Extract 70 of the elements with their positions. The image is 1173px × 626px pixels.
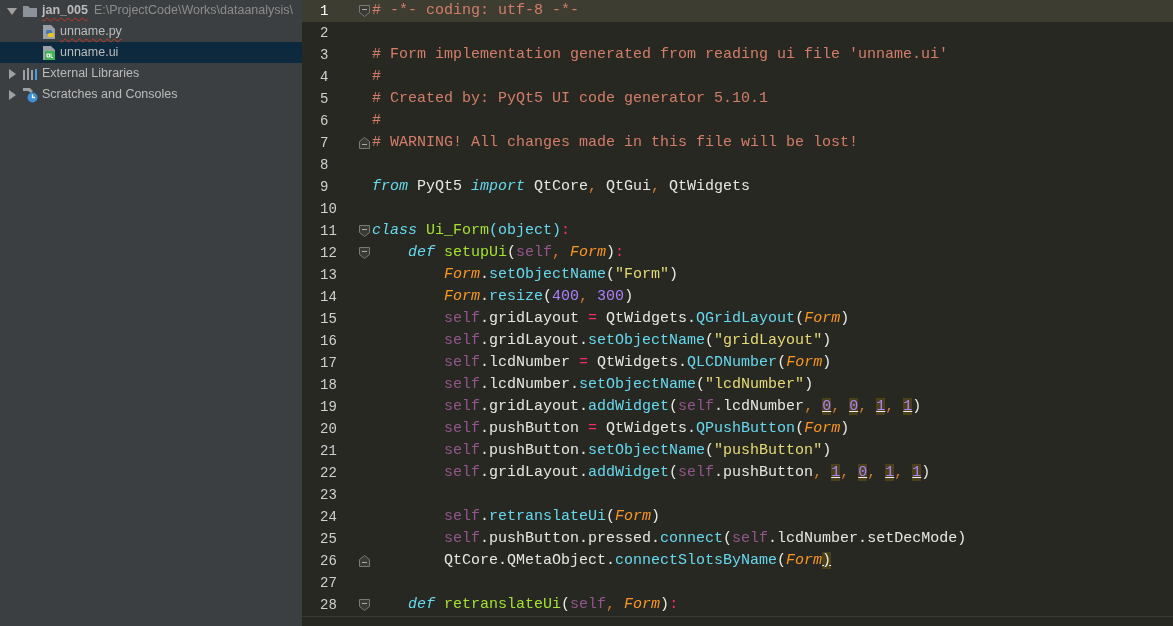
tree-item[interactable]: External Libraries <box>0 63 302 84</box>
code-line: QtCore.QMetaObject.connectSlotsByName(Form) <box>443 550 832 571</box>
code-line: def setupUi(self, Form): <box>407 242 625 263</box>
code-line: self.gridLayout.addWidget(self.lcdNumber, 0, 0, 1, 1) <box>443 396 922 417</box>
code-line: self.gridLayout.addWidget(self.pushButton, 1, 0, 1, 1) <box>443 462 931 483</box>
item-label: unname.py <box>60 23 122 41</box>
code-line: # WARNING! All changes made in this file will be lost! <box>372 132 859 153</box>
line-number: 5 <box>319 89 330 109</box>
line-number: 25 <box>319 529 338 549</box>
code-line: Form.resize(400, 300) <box>443 286 634 307</box>
code-line: self.pushButton = QtWidgets.QPushButton(Form) <box>443 418 850 439</box>
collapsed-arrow-icon <box>7 68 17 79</box>
line-number: 20 <box>319 419 338 439</box>
line-number: 7 <box>319 133 330 153</box>
code-line: self.pushButton.setObjectName("pushButton") <box>443 440 832 461</box>
code-line: # -*- coding: utf-8 -*- <box>372 0 580 21</box>
code-line: class Ui_Form(object): <box>372 220 571 241</box>
line-number: 24 <box>319 507 338 527</box>
code-line: Form.setObjectName("Form") <box>443 264 679 285</box>
line-number: 13 <box>319 265 338 285</box>
code-line: self.gridLayout = QtWidgets.QGridLayout(Form) <box>443 308 850 329</box>
line-number: 6 <box>319 111 330 131</box>
folder-path: E:\ProjectCode\Works\dataanalysis\ <box>93 2 294 20</box>
line-number: 1 <box>319 1 330 21</box>
collapsed-arrow-icon <box>7 89 17 100</box>
line-number: 18 <box>319 375 338 395</box>
line-number: 26 <box>319 551 338 571</box>
library-bars-icon <box>22 66 38 81</box>
qt-file-icon <box>42 44 56 61</box>
line-number: 19 <box>319 397 338 417</box>
line-number: 17 <box>319 353 338 373</box>
tree-item[interactable]: Scratches and Consoles <box>0 84 302 105</box>
code-line: # <box>372 110 381 131</box>
code-line: # <box>372 66 381 87</box>
item-label: unname.ui <box>60 44 119 62</box>
line-number: 2 <box>319 23 330 43</box>
item-label: External Libraries <box>42 65 140 83</box>
tree-item[interactable]: unname.py <box>0 21 302 42</box>
line-number: 4 <box>319 67 330 87</box>
scratch-clock-icon <box>22 86 38 103</box>
tree-item[interactable]: jan_005 E:\ProjectCode\Works\dataanalysis\ <box>0 0 302 21</box>
line-number: 12 <box>319 243 338 263</box>
code-line: self.gridLayout.setObjectName("gridLayout") <box>443 330 832 351</box>
code-line: # Created by: PyQt5 UI code generator 5.10.1 <box>372 88 769 109</box>
tree-item[interactable]: unname.ui <box>0 42 302 63</box>
code-line: self.pushButton.pressed.connect(self.lcdNumber.setDecMode) <box>443 528 967 549</box>
code-line: def retranslateUi(self, Form): <box>407 594 679 615</box>
line-number: 11 <box>319 221 338 241</box>
line-number: 15 <box>319 309 338 329</box>
code-line: self.lcdNumber.setObjectName("lcdNumber") <box>443 374 814 395</box>
line-number: 10 <box>319 199 338 219</box>
line-number: 22 <box>319 463 338 483</box>
line-number: 9 <box>319 177 330 197</box>
code-line: self.retranslateUi(Form) <box>443 506 661 527</box>
expanded-arrow-icon <box>7 5 17 16</box>
item-label: Scratches and Consoles <box>42 86 178 104</box>
code-line: # Form implementation generated from reading ui file 'unname.ui' <box>372 44 949 65</box>
item-label: jan_005 <box>42 2 88 20</box>
python-file-icon <box>42 23 56 40</box>
folder-icon <box>22 3 38 18</box>
line-number: 28 <box>319 595 338 615</box>
line-number: 23 <box>319 485 338 505</box>
line-number: 27 <box>319 573 338 593</box>
code-line: self.lcdNumber = QtWidgets.QLCDNumber(Form) <box>443 352 832 373</box>
line-number: 21 <box>319 441 338 461</box>
line-number: 3 <box>319 45 330 65</box>
line-number: 8 <box>319 155 330 175</box>
line-number: 16 <box>319 331 338 351</box>
line-number: 14 <box>319 287 338 307</box>
code-line: from PyQt5 import QtCore, QtGui, QtWidgets <box>372 176 751 197</box>
